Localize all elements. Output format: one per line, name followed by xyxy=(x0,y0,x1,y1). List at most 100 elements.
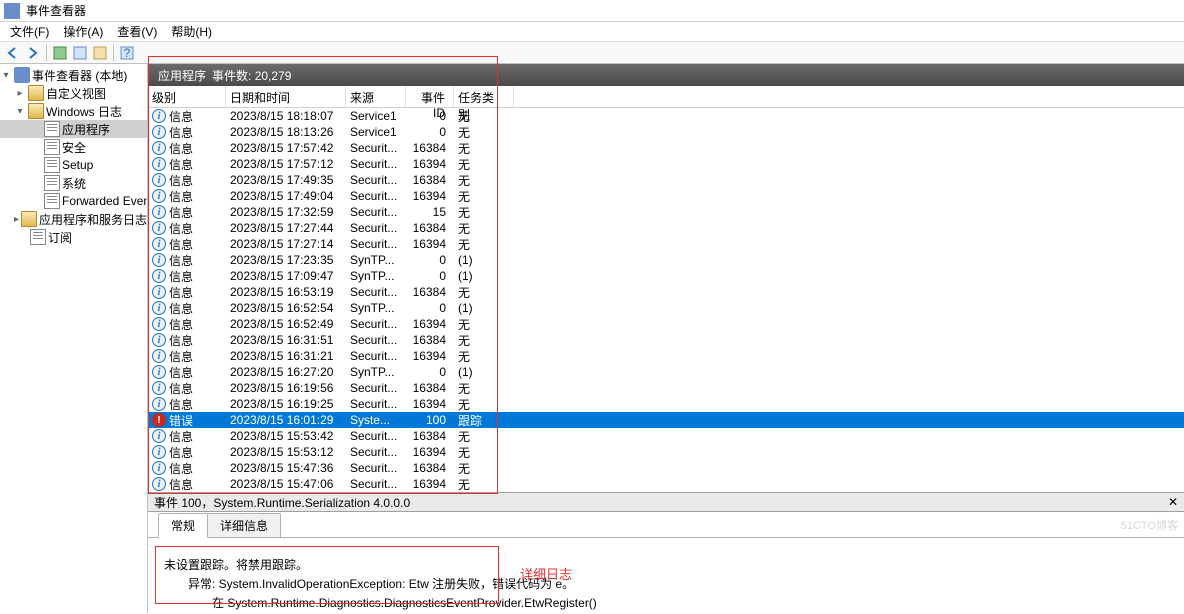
date-cell: 2023/8/15 15:47:06 xyxy=(226,477,346,491)
col-date[interactable]: 日期和时间 xyxy=(226,86,346,107)
event-row[interactable]: i信息2023/8/15 15:53:12Securit...16394无 xyxy=(148,444,1184,460)
tree-security[interactable]: 安全 xyxy=(0,138,147,156)
collapse-icon[interactable]: ▾ xyxy=(14,106,26,117)
task-cell: 无 xyxy=(454,140,514,157)
tree-subscriptions[interactable]: 订阅 xyxy=(0,228,147,246)
expand-icon[interactable]: ▸ xyxy=(14,214,19,225)
col-event-id[interactable]: 事件 ID xyxy=(406,86,454,107)
level-text: 信息 xyxy=(169,428,193,445)
root-icon xyxy=(14,67,30,83)
event-row[interactable]: i信息2023/8/15 16:31:21Securit...16394无 xyxy=(148,348,1184,364)
event-row[interactable]: i信息2023/8/15 17:57:12Securit...16394无 xyxy=(148,156,1184,172)
task-cell: 无 xyxy=(454,284,514,301)
task-cell: 无 xyxy=(454,236,514,253)
source-cell: SynTP... xyxy=(346,301,406,315)
info-icon: i xyxy=(152,157,166,171)
event-grid[interactable]: i信息2023/8/15 18:18:07Service10无i信息2023/8… xyxy=(148,108,1184,492)
back-button[interactable] xyxy=(4,44,22,62)
show-tree-button[interactable] xyxy=(51,44,69,62)
info-icon: i xyxy=(152,365,166,379)
event-row[interactable]: i信息2023/8/15 16:53:19Securit...16384无 xyxy=(148,284,1184,300)
id-cell: 16384 xyxy=(406,381,454,395)
tab-general[interactable]: 常规 xyxy=(158,513,208,538)
id-cell: 16394 xyxy=(406,445,454,459)
event-row[interactable]: i信息2023/8/15 15:47:36Securit...16384无 xyxy=(148,460,1184,476)
event-row[interactable]: i信息2023/8/15 16:52:54SynTP...0(1) xyxy=(148,300,1184,316)
event-row[interactable]: i信息2023/8/15 17:49:35Securit...16384无 xyxy=(148,172,1184,188)
tree-windows-logs[interactable]: ▾Windows 日志 xyxy=(0,102,147,120)
info-icon: i xyxy=(152,333,166,347)
tree-forwarded[interactable]: Forwarded Events xyxy=(0,192,147,210)
menu-action[interactable]: 操作(A) xyxy=(57,21,109,42)
folder-icon xyxy=(28,85,44,101)
col-level[interactable]: 级别 xyxy=(148,86,226,107)
event-row[interactable]: i信息2023/8/15 16:19:56Securit...16384无 xyxy=(148,380,1184,396)
info-icon: i xyxy=(152,269,166,283)
menu-file[interactable]: 文件(F) xyxy=(4,21,55,42)
date-cell: 2023/8/15 18:18:07 xyxy=(226,109,346,123)
expand-icon[interactable]: ▸ xyxy=(14,88,26,99)
event-row[interactable]: i信息2023/8/15 16:27:20SynTP...0(1) xyxy=(148,364,1184,380)
task-cell: 无 xyxy=(454,476,514,493)
source-cell: Securit... xyxy=(346,205,406,219)
event-row[interactable]: i信息2023/8/15 17:23:35SynTP...0(1) xyxy=(148,252,1184,268)
source-cell: SynTP... xyxy=(346,269,406,283)
detail-line: 异常: System.InvalidOperationException: Et… xyxy=(164,575,1168,594)
event-row[interactable]: i信息2023/8/15 17:57:42Securit...16384无 xyxy=(148,140,1184,156)
task-cell: 无 xyxy=(454,316,514,333)
tree-application[interactable]: 应用程序 xyxy=(0,120,147,138)
col-source[interactable]: 来源 xyxy=(346,86,406,107)
info-icon: i xyxy=(152,189,166,203)
event-row[interactable]: i信息2023/8/15 17:27:14Securit...16394无 xyxy=(148,236,1184,252)
tree-setup[interactable]: Setup xyxy=(0,156,147,174)
source-cell: Securit... xyxy=(346,189,406,203)
level-text: 错误 xyxy=(169,412,193,429)
detail-title: 事件 100，System.Runtime.Serialization 4.0.… xyxy=(154,494,410,511)
event-row[interactable]: i信息2023/8/15 17:09:47SynTP...0(1) xyxy=(148,268,1184,284)
event-row[interactable]: i信息2023/8/15 17:32:59Securit...15无 xyxy=(148,204,1184,220)
info-icon: i xyxy=(152,109,166,123)
tab-details[interactable]: 详细信息 xyxy=(207,513,281,537)
event-row[interactable]: i信息2023/8/15 17:49:04Securit...16394无 xyxy=(148,188,1184,204)
refresh-button[interactable] xyxy=(91,44,109,62)
date-cell: 2023/8/15 15:47:36 xyxy=(226,461,346,475)
properties-button[interactable] xyxy=(71,44,89,62)
forward-button[interactable] xyxy=(24,44,42,62)
tree-system[interactable]: 系统 xyxy=(0,174,147,192)
info-icon: i xyxy=(152,173,166,187)
tree-root[interactable]: ▾事件查看器 (本地) xyxy=(0,66,147,84)
menu-view[interactable]: 查看(V) xyxy=(111,21,163,42)
date-cell: 2023/8/15 15:53:42 xyxy=(226,429,346,443)
app-icon xyxy=(4,3,20,19)
event-row[interactable]: i信息2023/8/15 18:18:07Service10无 xyxy=(148,108,1184,124)
task-cell: 无 xyxy=(454,380,514,397)
menu-help[interactable]: 帮助(H) xyxy=(165,21,218,42)
id-cell: 16384 xyxy=(406,173,454,187)
list-header: 应用程序 事件数: 20,279 xyxy=(148,64,1184,86)
help-button[interactable]: ? xyxy=(118,44,136,62)
event-row[interactable]: i信息2023/8/15 16:52:49Securit...16394无 xyxy=(148,316,1184,332)
info-icon: i xyxy=(152,141,166,155)
event-row[interactable]: i信息2023/8/15 16:31:51Securit...16384无 xyxy=(148,332,1184,348)
source-cell: Securit... xyxy=(346,429,406,443)
task-cell: 无 xyxy=(454,348,514,365)
date-cell: 2023/8/15 16:53:19 xyxy=(226,285,346,299)
tree-app-services[interactable]: ▸应用程序和服务日志 xyxy=(0,210,147,228)
tree-custom-views[interactable]: ▸自定义视图 xyxy=(0,84,147,102)
close-icon[interactable]: ✕ xyxy=(1168,495,1178,509)
level-text: 信息 xyxy=(169,284,193,301)
event-row[interactable]: i信息2023/8/15 18:13:26Service10无 xyxy=(148,124,1184,140)
event-row[interactable]: i信息2023/8/15 15:47:06Securit...16394无 xyxy=(148,476,1184,492)
collapse-icon[interactable]: ▾ xyxy=(0,70,12,81)
tree-sidebar[interactable]: ▾事件查看器 (本地) ▸自定义视图 ▾Windows 日志 应用程序 安全 S… xyxy=(0,64,148,613)
log-title: 应用程序 xyxy=(158,67,206,84)
event-row[interactable]: i信息2023/8/15 17:27:44Securit...16384无 xyxy=(148,220,1184,236)
event-row[interactable]: i信息2023/8/15 15:53:42Securit...16384无 xyxy=(148,428,1184,444)
col-task[interactable]: 任务类别 xyxy=(454,86,514,107)
detail-tabs: 常规 详细信息 xyxy=(148,512,1184,538)
column-headers[interactable]: 级别 日期和时间 来源 事件 ID 任务类别 xyxy=(148,86,1184,108)
event-row[interactable]: i信息2023/8/15 16:19:25Securit...16394无 xyxy=(148,396,1184,412)
source-cell: Syste... xyxy=(346,413,406,427)
info-icon: i xyxy=(152,445,166,459)
event-row[interactable]: !错误2023/8/15 16:01:29Syste...100跟踪 xyxy=(148,412,1184,428)
